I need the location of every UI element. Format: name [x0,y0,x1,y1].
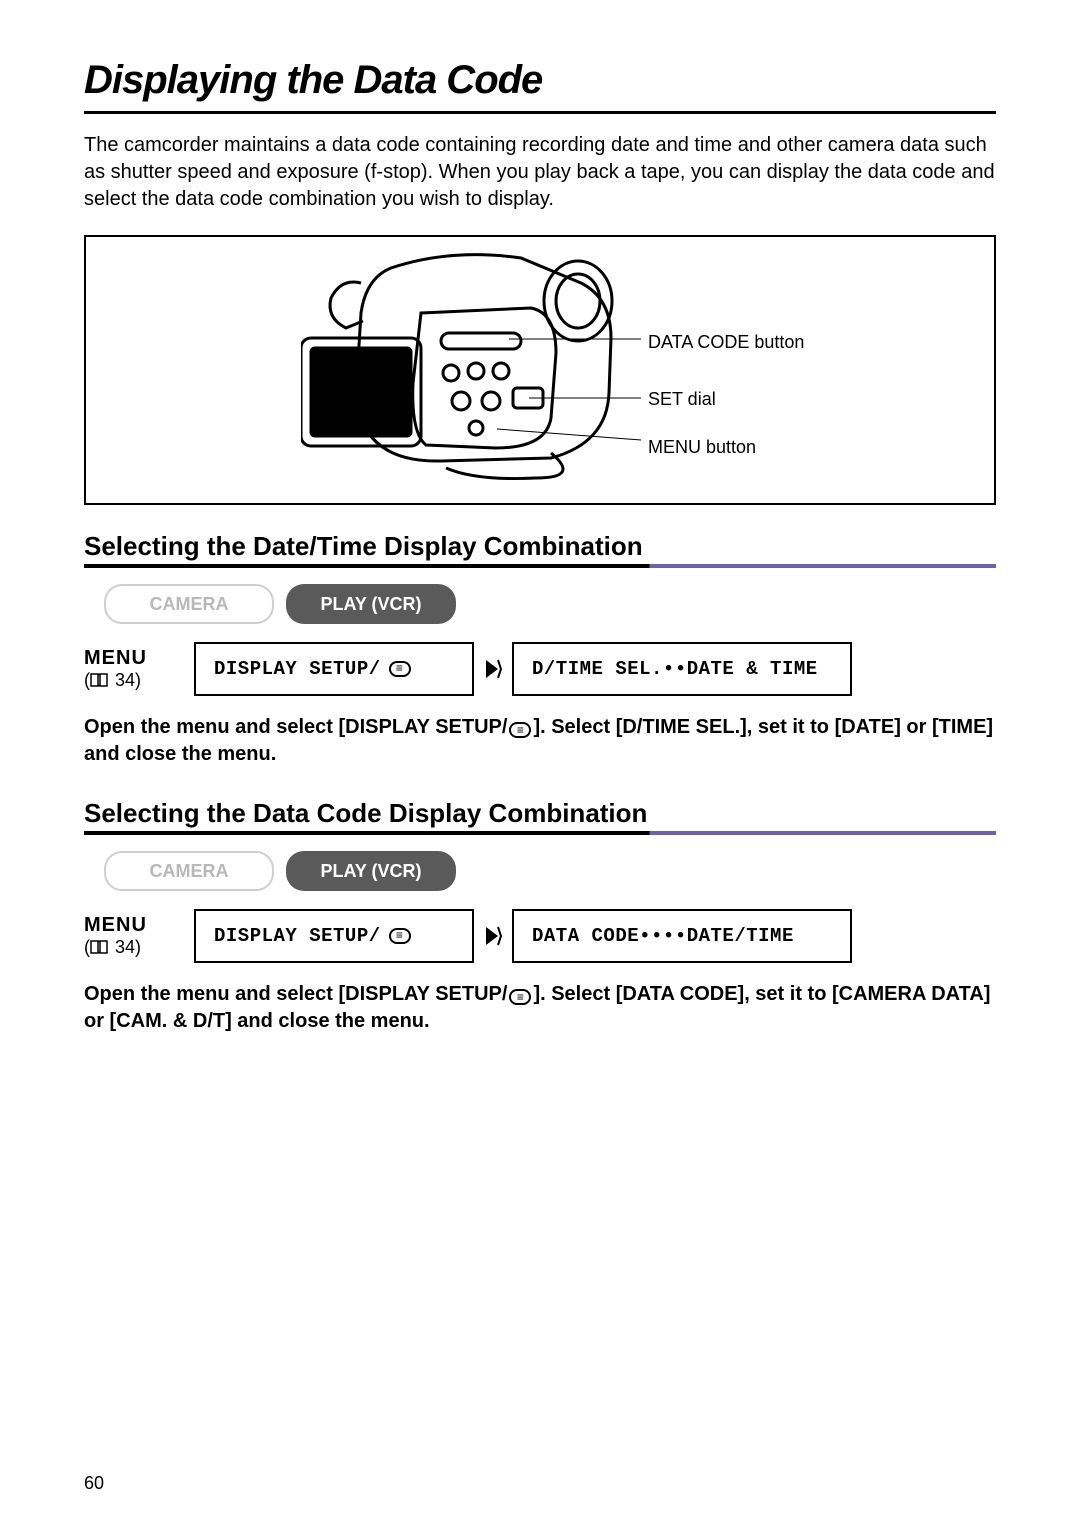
page-title: Displaying the Data Code [84,58,996,103]
page-ref-num-2: 34 [115,937,135,957]
title-rule [84,111,996,114]
subheading-rule-2 [84,831,996,835]
menu-box-display-setup-1: DISPLAY SETUP/ [194,642,474,696]
book-icon [90,673,108,687]
mode-row-2: CAMERA PLAY (VCR) [104,851,996,891]
subheading-rule-1 [84,564,996,568]
intro-text: The camcorder maintains a data code cont… [84,132,996,213]
menu-page-ref-1: ( 34) [84,670,186,691]
menu-arrow-2 [474,909,512,963]
mode-row-1: CAMERA PLAY (VCR) [104,584,996,624]
menu-row-2: MENU ( 34) DISPLAY SETUP/ DATA CODE••••D… [84,909,996,963]
menu-box-display-setup-2: DISPLAY SETUP/ [194,909,474,963]
camcorder-illustration [301,243,641,488]
callout-data-code: DATA CODE button [648,332,804,353]
menu-box1-text-1: DISPLAY SETUP/ [214,658,381,680]
instr1-pre: Open the menu and select [DISPLAY SETUP/ [84,716,507,738]
display-icon [509,722,531,738]
instruction-2: Open the menu and select [DISPLAY SETUP/… [84,981,996,1035]
book-icon [90,940,108,954]
subheading-1: Selecting the Date/Time Display Combinat… [84,531,996,562]
menu-arrow-1 [474,642,512,696]
menu-row-1: MENU ( 34) DISPLAY SETUP/ D/TIME SEL.••D… [84,642,996,696]
instr2-pre: Open the menu and select [DISPLAY SETUP/ [84,983,507,1005]
page-number: 60 [84,1473,104,1494]
menu-label-2: MENU ( 34) [84,909,194,963]
mode-camera-2: CAMERA [104,851,274,891]
menu-title-2: MENU [84,914,186,937]
display-icon [389,661,411,677]
display-icon [509,989,531,1005]
display-icon [389,928,411,944]
menu-box-option-1: D/TIME SEL.••DATE & TIME [512,642,852,696]
callout-set-dial: SET dial [648,389,716,410]
menu-box-option-2: DATA CODE••••DATE/TIME [512,909,852,963]
menu-box1-text-2: DISPLAY SETUP/ [214,925,381,947]
camcorder-diagram: DATA CODE button SET dial MENU button [84,235,996,505]
menu-title-1: MENU [84,647,186,670]
mode-play-vcr-1: PLAY (VCR) [286,584,456,624]
mode-play-vcr-2: PLAY (VCR) [286,851,456,891]
subheading-2: Selecting the Data Code Display Combinat… [84,798,996,829]
menu-page-ref-2: ( 34) [84,937,186,958]
instruction-1: Open the menu and select [DISPLAY SETUP/… [84,714,996,768]
page-ref-num-1: 34 [115,670,135,690]
callout-menu-button: MENU button [648,437,756,458]
mode-camera-1: CAMERA [104,584,274,624]
menu-label-1: MENU ( 34) [84,642,194,696]
